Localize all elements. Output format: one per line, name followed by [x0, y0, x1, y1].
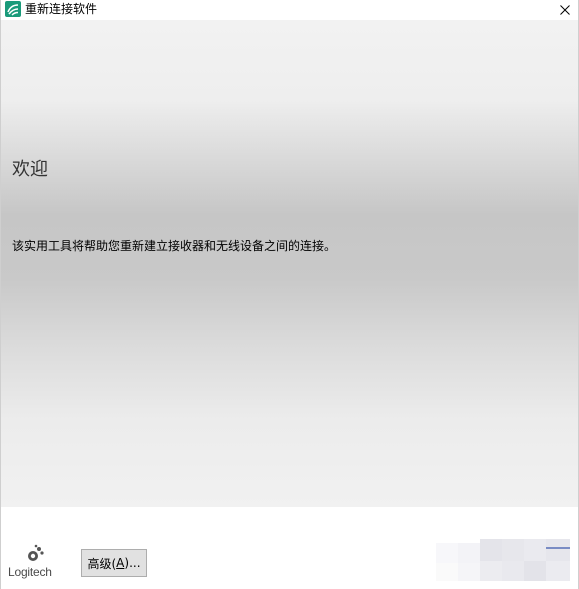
logitech-logo: Logitech	[8, 543, 64, 583]
logo-text: Logitech	[8, 565, 52, 579]
reconnect-window: 重新连接软件 欢迎 该实用工具将帮助您重新建立接收器和无线设备之间的连接。 Lo…	[0, 0, 579, 589]
content-panel: 欢迎 该实用工具将帮助您重新建立接收器和无线设备之间的连接。	[1, 20, 578, 507]
window-title: 重新连接软件	[25, 2, 98, 16]
title-bar[interactable]: 重新连接软件	[1, 0, 578, 20]
advanced-button-suffix: )...	[124, 556, 141, 570]
close-button[interactable]	[552, 0, 578, 20]
advanced-button-mnemonic: A	[116, 556, 125, 570]
logitech-app-icon	[5, 1, 21, 17]
footer-bar: Logitech 高级(A)...	[1, 507, 578, 589]
logitech-logo-icon	[28, 544, 44, 561]
advanced-button-prefix: 高级(	[87, 556, 117, 571]
description-text: 该实用工具将帮助您重新建立接收器和无线设备之间的连接。	[12, 239, 337, 253]
advanced-button[interactable]: 高级(A)...	[81, 549, 147, 577]
welcome-heading: 欢迎	[12, 159, 48, 180]
close-icon	[560, 5, 570, 15]
obscured-buttons-area	[436, 537, 576, 583]
